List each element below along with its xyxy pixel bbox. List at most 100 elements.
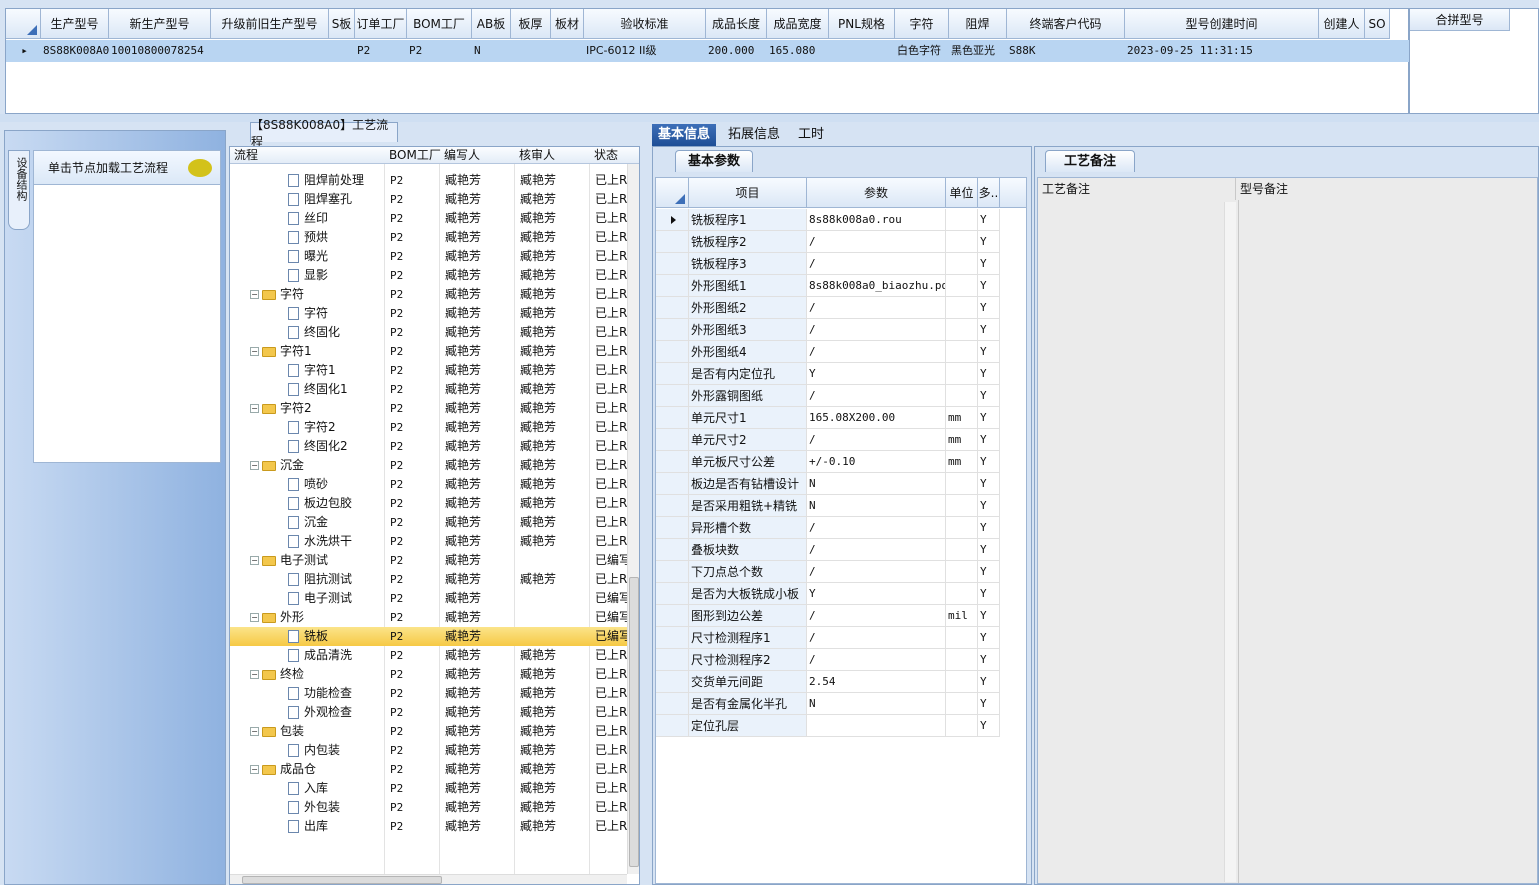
tree-row[interactable]: 字符2 P2 臧艳芳 臧艳芳 已上R [230, 418, 628, 437]
row-selector[interactable] [656, 473, 689, 495]
param-flag-cell[interactable]: Y [978, 451, 1000, 473]
load-flow-panel[interactable]: 单击节点加载工艺流程 [33, 150, 221, 463]
param-flag-cell[interactable]: Y [978, 385, 1000, 407]
tree-row[interactable]: − 电子测试 P2 臧艳芳 已编写 [230, 551, 628, 570]
merge-model-grid[interactable]: 合拼型号 [1409, 8, 1539, 114]
tree-row[interactable]: 喷砂 P2 臧艳芳 臧艳芳 已上R [230, 475, 628, 494]
row-selector[interactable] [656, 385, 689, 407]
column-header[interactable]: 阻焊 [949, 9, 1007, 39]
collapse-icon[interactable]: − [250, 727, 259, 736]
params-header-filler[interactable] [1000, 178, 1026, 208]
tree-row[interactable]: 显影 P2 臧艳芳 臧艳芳 已上R [230, 266, 628, 285]
param-value-cell[interactable]: N [807, 473, 946, 495]
collapse-icon[interactable]: − [250, 670, 259, 679]
params-row[interactable]: 单元板尺寸公差 +/-0.10 mm Y [656, 451, 1026, 473]
collapse-icon[interactable]: − [250, 404, 259, 413]
params-row[interactable]: 外形图纸1 8s88k008a0_biaozhu.pdf Y [656, 275, 1026, 297]
tree-row[interactable]: 入库 P2 臧艳芳 臧艳芳 已上R [230, 779, 628, 798]
column-header[interactable]: PNL规格 [829, 9, 895, 39]
params-column-header[interactable]: 参数 [807, 178, 946, 208]
tree-row[interactable]: 预烘 P2 臧艳芳 臧艳芳 已上R [230, 228, 628, 247]
row-selector[interactable] [656, 319, 689, 341]
params-row[interactable]: 单元尺寸1 165.08X200.00 mm Y [656, 407, 1026, 429]
collapse-icon[interactable]: − [250, 290, 259, 299]
notes-area[interactable]: 工艺备注 型号备注 [1037, 177, 1538, 884]
column-header[interactable]: 新生产型号 [109, 9, 211, 39]
param-value-cell[interactable]: 165.08X200.00 [807, 407, 946, 429]
tree-scroll-thumb[interactable] [629, 577, 639, 867]
row-selector[interactable] [656, 561, 689, 583]
row-selector[interactable] [656, 231, 689, 253]
param-flag-cell[interactable]: Y [978, 341, 1000, 363]
tree-row[interactable]: − 字符1 P2 臧艳芳 臧艳芳 已上R [230, 342, 628, 361]
tree-vertical-scrollbar[interactable] [627, 164, 639, 874]
tree-row[interactable]: 出库 P2 臧艳芳 臧艳芳 已上R [230, 817, 628, 836]
tree-row[interactable]: 字符 P2 臧艳芳 臧艳芳 已上R [230, 304, 628, 323]
tree-row-selected[interactable]: 铣板 P2 臧艳芳 已编写 [230, 627, 628, 646]
params-row[interactable]: 板边是否有钻槽设计 N Y [656, 473, 1026, 495]
tree-row[interactable]: 阻焊塞孔 P2 臧艳芳 臧艳芳 已上R [230, 190, 628, 209]
param-flag-cell[interactable]: Y [978, 231, 1000, 253]
param-value-cell[interactable] [807, 715, 946, 737]
params-row[interactable]: 是否为大板铣成小板 Y Y [656, 583, 1026, 605]
model-grid-row-selected[interactable]: ▸ 8S88K008A0 10010800078254 P2 P2 N IPC-6012 I… [6, 40, 1410, 62]
tree-row[interactable]: − 字符 P2 臧艳芳 臧艳芳 已上R [230, 285, 628, 304]
params-row[interactable]: 叠板块数 / Y [656, 539, 1026, 561]
param-flag-cell[interactable]: Y [978, 275, 1000, 297]
row-selector[interactable] [656, 253, 689, 275]
params-column-header[interactable]: 单位 [946, 178, 978, 208]
param-flag-cell[interactable]: Y [978, 583, 1000, 605]
param-value-cell[interactable]: / [807, 539, 946, 561]
param-flag-cell[interactable]: Y [978, 671, 1000, 693]
row-selector[interactable] [656, 407, 689, 429]
collapse-icon[interactable]: − [250, 461, 259, 470]
params-row[interactable]: 定位孔层 Y [656, 715, 1026, 737]
tree-row[interactable]: 内包装 P2 臧艳芳 臧艳芳 已上R [230, 741, 628, 760]
param-flag-cell[interactable]: Y [978, 605, 1000, 627]
column-header[interactable]: 升级前旧生产型号 [211, 9, 329, 39]
row-selector[interactable] [656, 363, 689, 385]
collapse-icon[interactable]: − [250, 347, 259, 356]
row-selector[interactable] [656, 451, 689, 473]
param-value-cell[interactable]: / [807, 319, 946, 341]
param-flag-cell[interactable]: Y [978, 693, 1000, 715]
column-header[interactable]: 终端客户代码 [1007, 9, 1125, 39]
column-header[interactable]: S板 [329, 9, 355, 39]
param-flag-cell[interactable]: Y [978, 209, 1000, 231]
param-value-cell[interactable]: / [807, 297, 946, 319]
params-row[interactable]: 单元尺寸2 / mm Y [656, 429, 1026, 451]
params-row[interactable]: 外形露铜图纸 / Y [656, 385, 1026, 407]
tree-row[interactable]: − 包装 P2 臧艳芳 臧艳芳 已上R [230, 722, 628, 741]
tree-row[interactable]: 终固化 P2 臧艳芳 臧艳芳 已上R [230, 323, 628, 342]
params-row[interactable]: 铣板程序2 / Y [656, 231, 1026, 253]
params-row[interactable]: 外形图纸3 / Y [656, 319, 1026, 341]
params-row[interactable]: 外形图纸2 / Y [656, 297, 1026, 319]
params-corner[interactable] [656, 178, 689, 208]
params-row[interactable]: 铣板程序1 8s88k008a0.rou Y [656, 209, 1026, 231]
row-selector[interactable] [656, 209, 689, 231]
param-flag-cell[interactable]: Y [978, 517, 1000, 539]
param-flag-cell[interactable]: Y [978, 649, 1000, 671]
params-column-header[interactable]: 多.. [978, 178, 1000, 208]
column-header[interactable]: 验收标准 [584, 9, 706, 39]
tree-row[interactable]: − 外形 P2 臧艳芳 已编写 [230, 608, 628, 627]
param-value-cell[interactable]: Y [807, 363, 946, 385]
param-flag-cell[interactable]: Y [978, 495, 1000, 517]
param-flag-cell[interactable]: Y [978, 253, 1000, 275]
params-row[interactable]: 是否有金属化半孔 N Y [656, 693, 1026, 715]
param-value-cell[interactable]: 8s88k008a0.rou [807, 209, 946, 231]
param-flag-cell[interactable]: Y [978, 627, 1000, 649]
params-row[interactable]: 是否有内定位孔 Y Y [656, 363, 1026, 385]
column-header[interactable]: 字符 [895, 9, 949, 39]
tree-row[interactable]: 水洗烘干 P2 臧艳芳 臧艳芳 已上R [230, 532, 628, 551]
param-value-cell[interactable]: / [807, 253, 946, 275]
column-header[interactable]: BOM工厂 [407, 9, 472, 39]
tree-row[interactable]: 电子测试 P2 臧艳芳 已编写 [230, 589, 628, 608]
params-row[interactable]: 下刀点总个数 / Y [656, 561, 1026, 583]
row-selector[interactable] [656, 583, 689, 605]
tree-row[interactable]: 字符1 P2 臧艳芳 臧艳芳 已上R [230, 361, 628, 380]
tree-row[interactable]: − 终检 P2 臧艳芳 臧艳芳 已上R [230, 665, 628, 684]
row-selector[interactable] [656, 341, 689, 363]
params-row[interactable]: 铣板程序3 / Y [656, 253, 1026, 275]
tree-row[interactable]: 外观检查 P2 臧艳芳 臧艳芳 已上R [230, 703, 628, 722]
